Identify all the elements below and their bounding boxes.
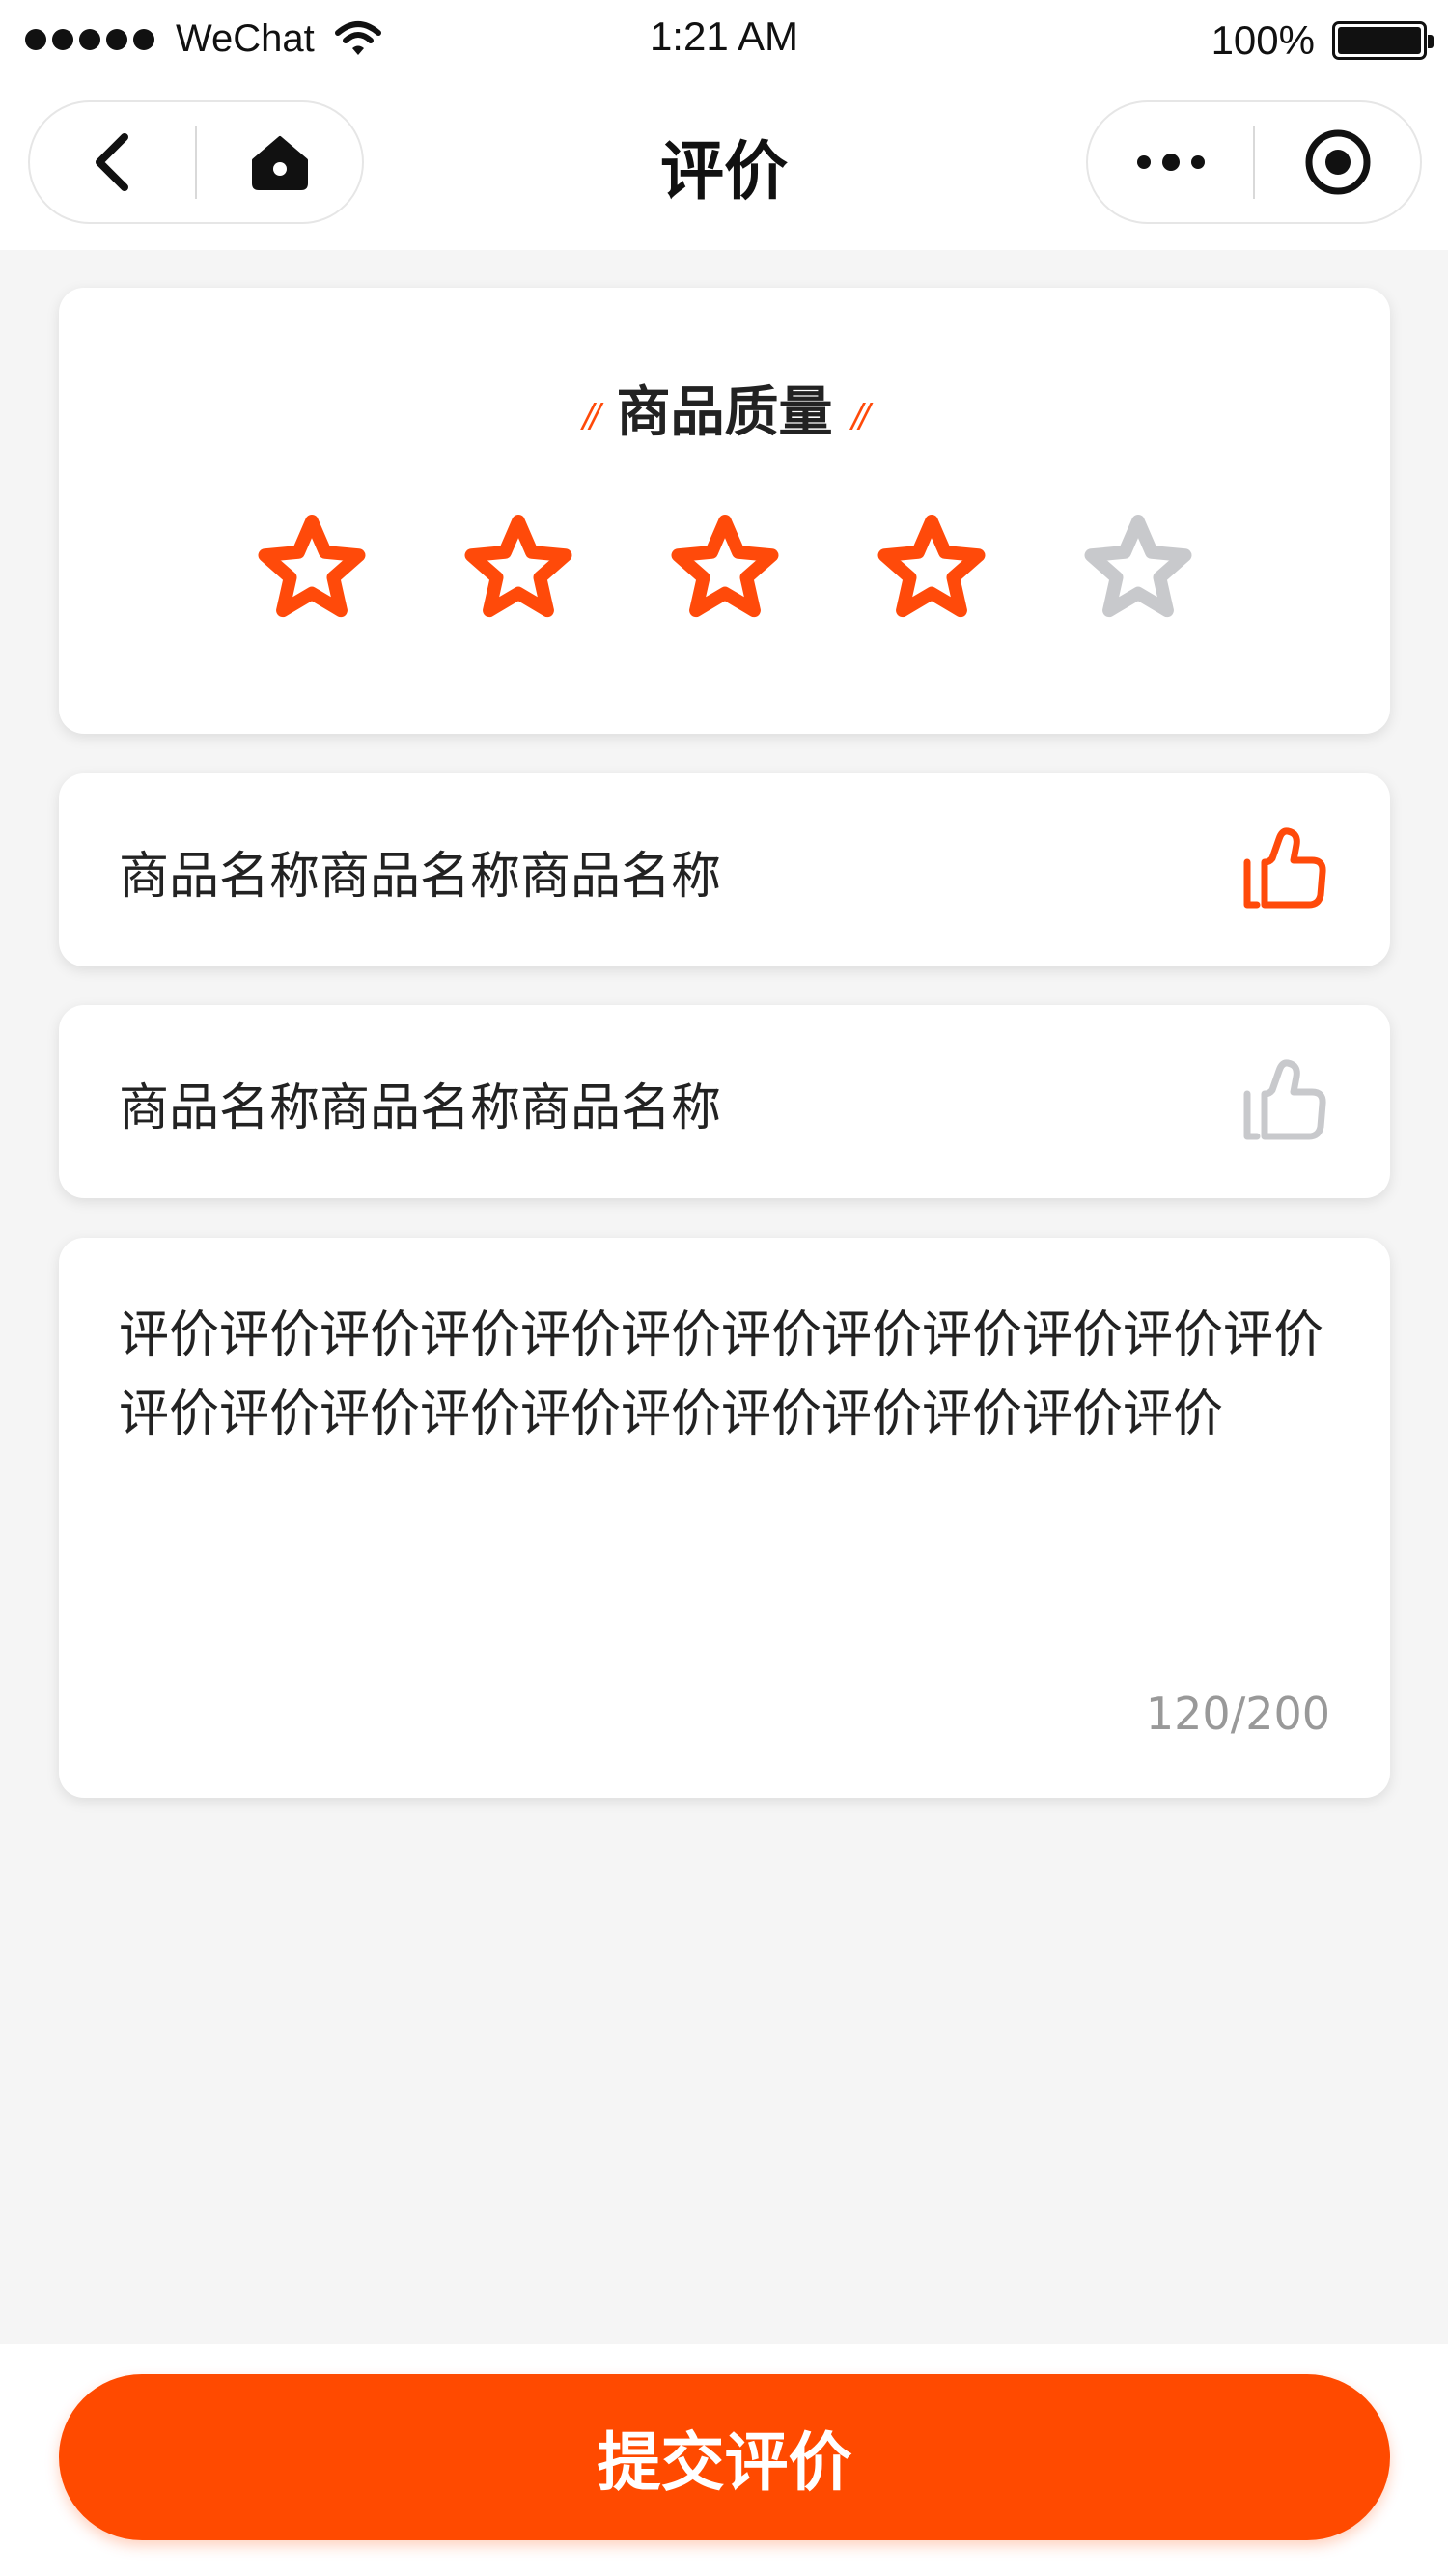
character-counter: 120/200: [1145, 1688, 1330, 1740]
product-row[interactable]: 商品名称商品名称商品名称: [59, 773, 1390, 966]
star-rating: [59, 514, 1390, 620]
close-target-icon: [1305, 129, 1370, 195]
submit-review-button[interactable]: 提交评价: [59, 2374, 1390, 2540]
star-filled-icon[interactable]: [462, 514, 574, 620]
title-decoration-right: //: [851, 396, 871, 435]
product-name: 商品名称商品名称商品名称: [119, 848, 722, 906]
more-button[interactable]: [1088, 102, 1253, 222]
more-dots-icon: [1136, 154, 1205, 171]
thumbs-up-icon[interactable]: [1238, 1055, 1330, 1148]
thumbs-up-icon[interactable]: [1238, 824, 1330, 916]
close-button[interactable]: [1255, 102, 1420, 222]
battery-icon: [1332, 21, 1434, 60]
product-row[interactable]: 商品名称商品名称商品名称: [59, 1005, 1390, 1198]
battery-percentage: 100%: [1211, 17, 1315, 63]
title-decoration-left: //: [582, 396, 601, 435]
star-filled-icon[interactable]: [669, 514, 781, 620]
navigation-bar: 评价: [0, 81, 1448, 250]
rating-card: // 商品质量 //: [59, 288, 1390, 734]
star-empty-icon[interactable]: [1082, 514, 1194, 620]
status-bar: WeChat 1:21 AM 100%: [0, 0, 1448, 81]
rating-title-row: // 商品质量 //: [59, 369, 1390, 447]
review-textarea[interactable]: 评价评价评价评价评价评价评价评价评价评价评价评价评价评价评价评价评价评价评价评价…: [119, 1296, 1335, 1454]
review-input-area[interactable]: 评价评价评价评价评价评价评价评价评价评价评价评价评价评价评价评价评价评价评价评价…: [59, 1238, 1390, 1798]
product-name: 商品名称商品名称商品名称: [119, 1079, 722, 1137]
rating-title: 商品质量: [616, 381, 833, 444]
bottom-bar: 提交评价: [0, 2344, 1448, 2576]
star-filled-icon[interactable]: [256, 514, 368, 620]
nav-capsule-right: [1086, 100, 1422, 224]
star-filled-icon[interactable]: [876, 514, 988, 620]
